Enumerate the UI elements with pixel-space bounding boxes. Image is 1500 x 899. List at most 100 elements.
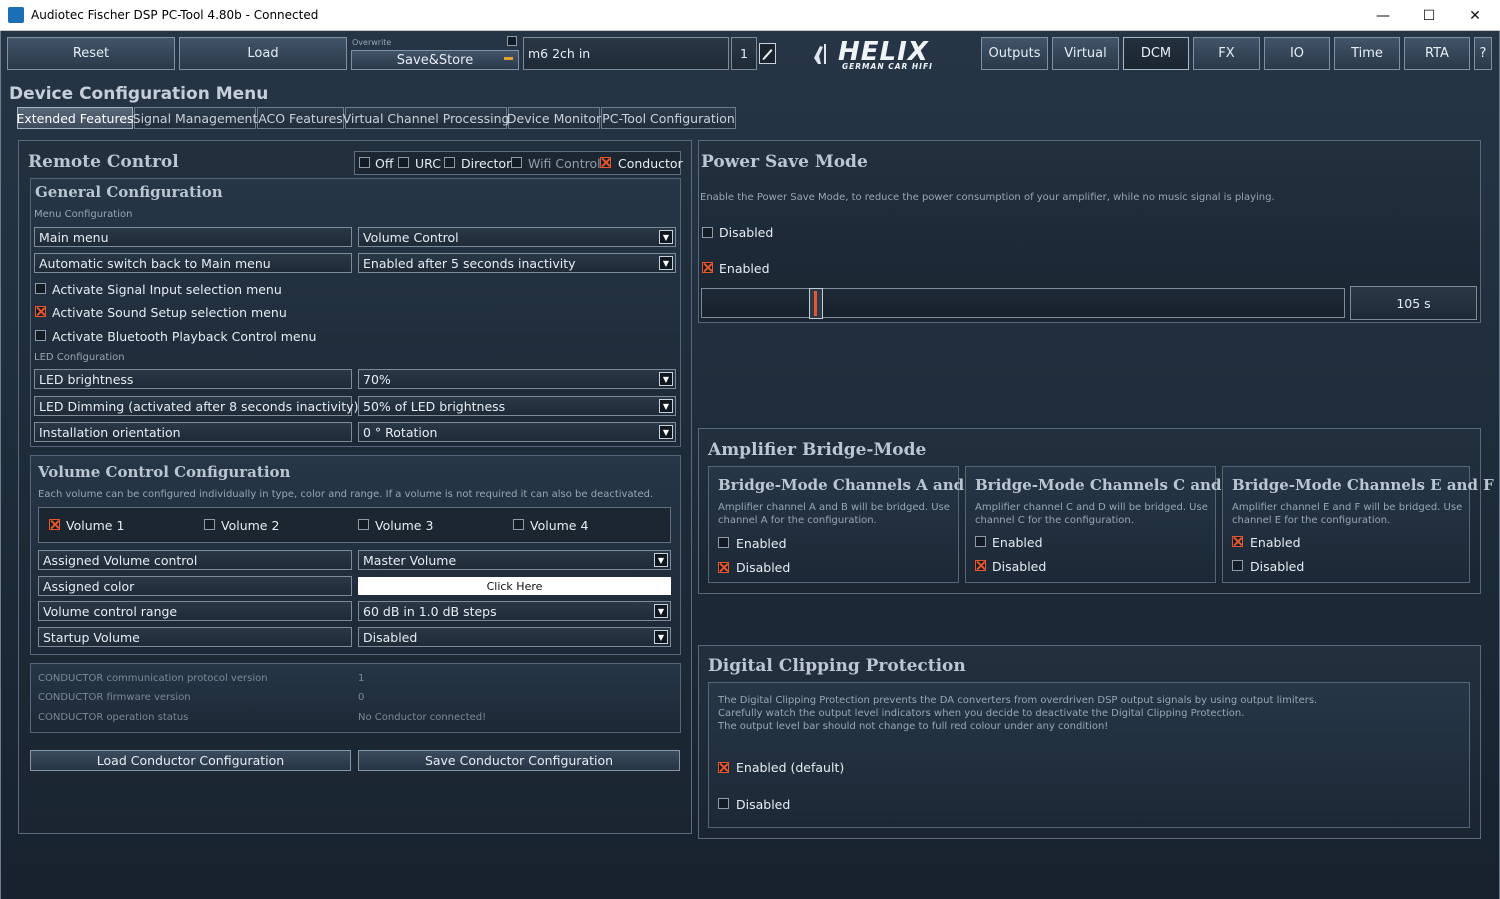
main-menu-select[interactable]: Volume Control ▼ [358, 227, 676, 247]
bridge-ab-title: Bridge-Mode Channels A and B [718, 476, 983, 494]
led-configuration-label: LED Configuration [34, 352, 125, 363]
power-save-disabled-label: Disabled [719, 225, 774, 240]
chevron-down-icon: ▼ [654, 553, 668, 567]
title-bar: Audiotec Fischer DSP PC-Tool 4.80b - Con… [0, 0, 1500, 31]
mode-conductor-label: Conductor [618, 156, 683, 171]
tab-signal-management[interactable]: Signal Management [133, 107, 257, 129]
startup-volume-select[interactable]: Disabled ▼ [358, 627, 671, 647]
volume-1-checkbox[interactable] [49, 519, 60, 530]
volume-2-label: Volume 2 [221, 518, 280, 533]
volume-range-select[interactable]: 60 dB in 1.0 dB steps ▼ [358, 601, 671, 621]
startup-volume-label: Startup Volume [38, 627, 352, 647]
save-conductor-configuration-button[interactable]: Save Conductor Configuration [358, 750, 680, 771]
mode-director-checkbox[interactable] [444, 157, 455, 168]
bridge-ef-title: Bridge-Mode Channels E and F [1232, 476, 1494, 494]
volume-3-label: Volume 3 [375, 518, 434, 533]
preset-number-field[interactable]: 1 [731, 37, 757, 70]
nav-dcm[interactable]: DCM [1123, 37, 1189, 70]
tab-virtual-channel-processing[interactable]: Virtual Channel Processing [343, 107, 509, 129]
bluetooth-menu-checkbox[interactable] [35, 330, 46, 341]
bluetooth-menu-label: Activate Bluetooth Playback Control menu [52, 329, 317, 344]
auto-switch-select[interactable]: Enabled after 5 seconds inactivity ▼ [358, 253, 676, 273]
bridge-cd-enabled-label: Enabled [992, 535, 1043, 550]
bridge-cd-disabled-label: Disabled [992, 559, 1047, 574]
bridge-ab-enabled-checkbox[interactable] [718, 537, 729, 548]
clipping-disabled-checkbox[interactable] [718, 798, 729, 809]
nav-outputs[interactable]: Outputs [981, 37, 1048, 70]
auto-switch-value: Enabled after 5 seconds inactivity [363, 255, 576, 271]
firmware-version-value: 0 [358, 692, 365, 703]
mode-urc-checkbox[interactable] [398, 157, 409, 168]
nav-fx[interactable]: FX [1193, 37, 1260, 70]
close-button[interactable]: ✕ [1452, 0, 1498, 31]
firmware-version-label: CONDUCTOR firmware version [38, 692, 191, 703]
chevron-down-icon: ▼ [659, 399, 673, 413]
assigned-color-button[interactable]: Click Here [358, 577, 671, 595]
mode-wifi-checkbox[interactable] [511, 157, 522, 168]
load-button[interactable]: Load [179, 37, 347, 70]
tab-pc-tool-configuration[interactable]: PC-Tool Configuration [601, 107, 736, 129]
bridge-ab-disabled-checkbox[interactable] [718, 562, 729, 573]
bridge-ef-disabled-checkbox[interactable] [1232, 560, 1243, 571]
load-conductor-configuration-button[interactable]: Load Conductor Configuration [30, 750, 351, 771]
mode-conductor-checkbox[interactable] [600, 157, 611, 168]
nav-time[interactable]: Time [1334, 37, 1400, 70]
help-button[interactable]: ? [1474, 37, 1492, 70]
assigned-color-label: Assigned color [38, 576, 352, 596]
mode-wifi-label: Wifi Control [528, 156, 601, 171]
sound-setup-menu-checkbox[interactable] [35, 306, 46, 317]
nav-virtual[interactable]: Virtual [1052, 37, 1119, 70]
tab-aco-features[interactable]: ACO Features [257, 107, 344, 129]
sound-setup-menu-label: Activate Sound Setup selection menu [52, 305, 287, 320]
bridge-ef-enabled-checkbox[interactable] [1232, 536, 1243, 547]
led-dimming-select[interactable]: 50% of LED brightness ▼ [358, 396, 676, 416]
overwrite-checkbox[interactable] [507, 36, 517, 46]
app-icon [8, 7, 24, 23]
volume-configuration-desc: Each volume can be configured individual… [38, 489, 654, 500]
power-save-title: Power Save Mode [701, 152, 868, 172]
tab-extended-features[interactable]: Extended Features [16, 107, 134, 129]
led-brightness-select[interactable]: 70% ▼ [358, 369, 676, 389]
volume-3-checkbox[interactable] [358, 519, 369, 530]
volume-2-checkbox[interactable] [204, 519, 215, 530]
mode-urc-label: URC [415, 156, 441, 171]
maximize-button[interactable]: ☐ [1406, 0, 1452, 31]
nav-io[interactable]: IO [1264, 37, 1330, 70]
slider-thumb[interactable] [809, 288, 823, 319]
bridge-cd-disabled-checkbox[interactable] [975, 560, 986, 571]
tab-device-monitor[interactable]: Device Monitor [507, 107, 601, 129]
operation-status-value: No Conductor connected! [358, 712, 487, 723]
power-save-desc: Enable the Power Save Mode, to reduce th… [700, 192, 1275, 203]
main-menu-value: Volume Control [363, 229, 459, 245]
power-save-enabled-checkbox[interactable] [702, 262, 713, 273]
save-store-button[interactable]: Save&Store [351, 50, 519, 70]
page-title: Device Configuration Menu [9, 84, 269, 104]
bridge-ef-enabled-label: Enabled [1250, 535, 1301, 550]
chevron-down-icon: ▼ [654, 604, 668, 618]
bridge-cd-title: Bridge-Mode Channels C and D [975, 476, 1240, 494]
signal-input-menu-checkbox[interactable] [35, 283, 46, 294]
clipping-enabled-checkbox[interactable] [718, 762, 729, 773]
power-save-disabled-checkbox[interactable] [702, 227, 713, 238]
menu-configuration-label: Menu Configuration [34, 209, 133, 220]
mode-off-checkbox[interactable] [359, 157, 370, 168]
bridge-ef-disabled-label: Disabled [1250, 559, 1305, 574]
volume-range-label: Volume control range [38, 601, 352, 621]
assigned-volume-control-select[interactable]: Master Volume ▼ [358, 550, 671, 570]
save-indicator-icon [504, 57, 513, 60]
power-save-delay-slider[interactable] [701, 288, 1345, 319]
protocol-version-label: CONDUCTOR communication protocol version [38, 673, 268, 684]
reset-button[interactable]: Reset [7, 37, 175, 70]
orientation-select[interactable]: 0 ° Rotation ▼ [358, 422, 676, 442]
minimize-button[interactable]: — [1360, 0, 1406, 31]
chevron-down-icon: ▼ [659, 230, 673, 244]
nav-rta[interactable]: RTA [1404, 37, 1470, 70]
volume-4-checkbox[interactable] [513, 519, 524, 530]
bridge-cd-enabled-checkbox[interactable] [975, 536, 986, 547]
orientation-value: 0 ° Rotation [363, 424, 438, 440]
edit-icon[interactable] [759, 43, 776, 64]
operation-status-label: CONDUCTOR operation status [38, 712, 189, 723]
save-store-label: Save&Store [396, 52, 474, 68]
led-brightness-label: LED brightness [34, 369, 352, 389]
preset-name-field[interactable]: m6 2ch in [523, 37, 729, 70]
